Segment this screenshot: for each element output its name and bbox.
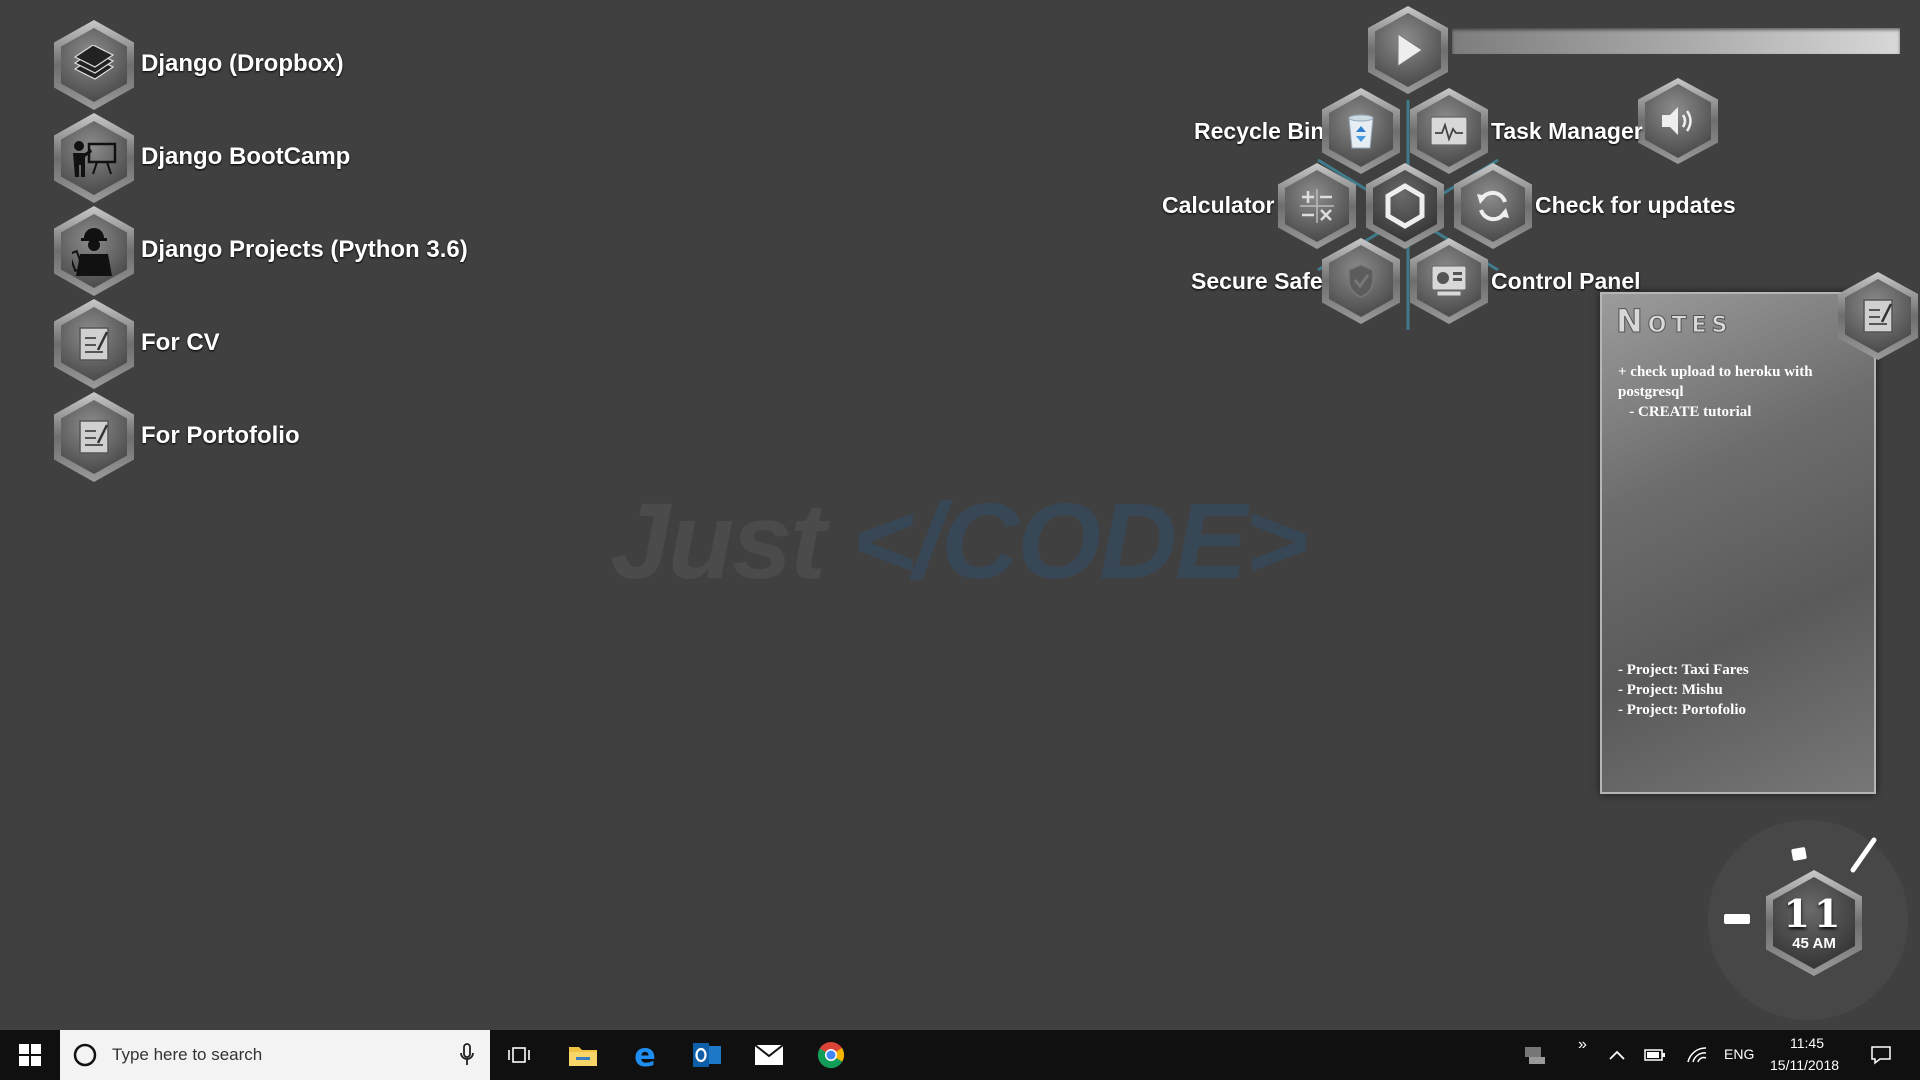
search-placeholder: Type here to search [112, 1045, 263, 1064]
task-view-button[interactable] [490, 1030, 548, 1080]
wifi-icon [1687, 1047, 1707, 1063]
taskbar-file-explorer[interactable] [554, 1030, 612, 1080]
battery-icon [1644, 1049, 1665, 1061]
engineer-icon [72, 228, 112, 276]
taskbar: Type here to search e » ENG 11:45 15/11/… [0, 1030, 1920, 1080]
taskbar-date[interactable]: 15/11/2018 [1770, 1057, 1839, 1073]
speaker-icon [1662, 107, 1692, 135]
recycle-bin-icon [1348, 114, 1374, 149]
taskbar-chrome[interactable] [802, 1030, 860, 1080]
cortana-circle-icon [73, 1043, 97, 1067]
notification-icon [1871, 1046, 1891, 1065]
network-drive-icon [1525, 1047, 1545, 1064]
shortcut-label: Django BootCamp [141, 143, 351, 170]
taskbar-mail[interactable] [740, 1030, 798, 1080]
shortcut-label: For Portofolio [141, 422, 300, 449]
action-center-button[interactable] [1852, 1030, 1910, 1080]
shortcut-hex [54, 113, 134, 203]
hexagon-logo-icon [1385, 183, 1425, 229]
shortcut-label: Django Projects (Python 3.6) [141, 236, 468, 263]
refresh-icon [1477, 190, 1509, 222]
shortcut-hex [54, 206, 134, 296]
microphone-icon[interactable] [458, 1043, 476, 1067]
notepad-icon [79, 420, 109, 454]
task-view-icon [508, 1047, 530, 1063]
edge-icon: e [634, 1036, 656, 1074]
notes-widget[interactable]: Notes + check upload to heroku with post… [1600, 292, 1876, 794]
task-manager-icon [1430, 116, 1468, 146]
note-line: - Project: Mishu [1618, 682, 1723, 698]
control-panel-label: Control Panel [1491, 268, 1641, 294]
start-button[interactable] [0, 1030, 60, 1080]
chevron-up-icon [1609, 1050, 1625, 1060]
shortcut-label: Django (Dropbox) [141, 50, 344, 77]
note-line: - Project: Portofolio [1618, 702, 1746, 718]
calculator-icon [1300, 189, 1334, 223]
volume-button[interactable] [1638, 78, 1718, 164]
taskbar-edge[interactable]: e [616, 1030, 674, 1080]
watermark-just: Just [610, 480, 826, 601]
note-line: + check upload to heroku with postgresql [1618, 364, 1817, 400]
recycle-bin-label: Recycle Bin [1194, 118, 1325, 144]
notepad-icon [1863, 299, 1893, 333]
stack-of-books-icon [73, 45, 115, 80]
calculator-label: Calculator [1162, 192, 1275, 218]
taskbar-search-box[interactable]: Type here to search [60, 1030, 490, 1080]
notes-title: Notes [1615, 302, 1733, 341]
chrome-icon [817, 1042, 845, 1069]
shield-icon [1348, 264, 1374, 298]
tray-overflow-chevrons[interactable]: » [1578, 1036, 1587, 1054]
desktop-watermark: Just </CODE> [610, 478, 1308, 603]
presenter-icon [73, 141, 117, 177]
clock-minute: 45 AM [1792, 934, 1836, 952]
watermark-code: </CODE> [852, 480, 1308, 601]
shortcut-hex [54, 20, 134, 110]
task-manager-label: Task Manager [1491, 118, 1643, 144]
media-play-button[interactable] [1368, 6, 1448, 94]
clock-hour: 11 [1783, 890, 1845, 936]
tray-app-icon[interactable] [1508, 1030, 1560, 1080]
language-indicator[interactable]: ENG [1724, 1046, 1754, 1062]
taskbar-outlook[interactable] [678, 1030, 736, 1080]
outlook-icon [693, 1043, 721, 1067]
shortcut-hex [54, 392, 134, 482]
secure-safe-label: Secure Safe [1191, 268, 1323, 294]
wifi-button[interactable] [1672, 1030, 1722, 1080]
shortcut-hex [54, 299, 134, 389]
notepad-icon [79, 327, 109, 361]
shortcut-label: For CV [141, 329, 220, 356]
folder-icon [569, 1047, 597, 1066]
control-panel-icon [1431, 265, 1467, 297]
note-line: - CREATE tutorial [1618, 404, 1752, 420]
mail-icon [754, 1044, 784, 1065]
windows-logo-icon [19, 1044, 41, 1066]
play-icon [1397, 33, 1423, 67]
check-updates-label: Check for updates [1535, 192, 1736, 218]
media-seek-bar[interactable] [1452, 28, 1900, 54]
taskbar-time[interactable]: 11:45 [1790, 1035, 1824, 1051]
note-line: - Project: Taxi Fares [1618, 662, 1749, 678]
